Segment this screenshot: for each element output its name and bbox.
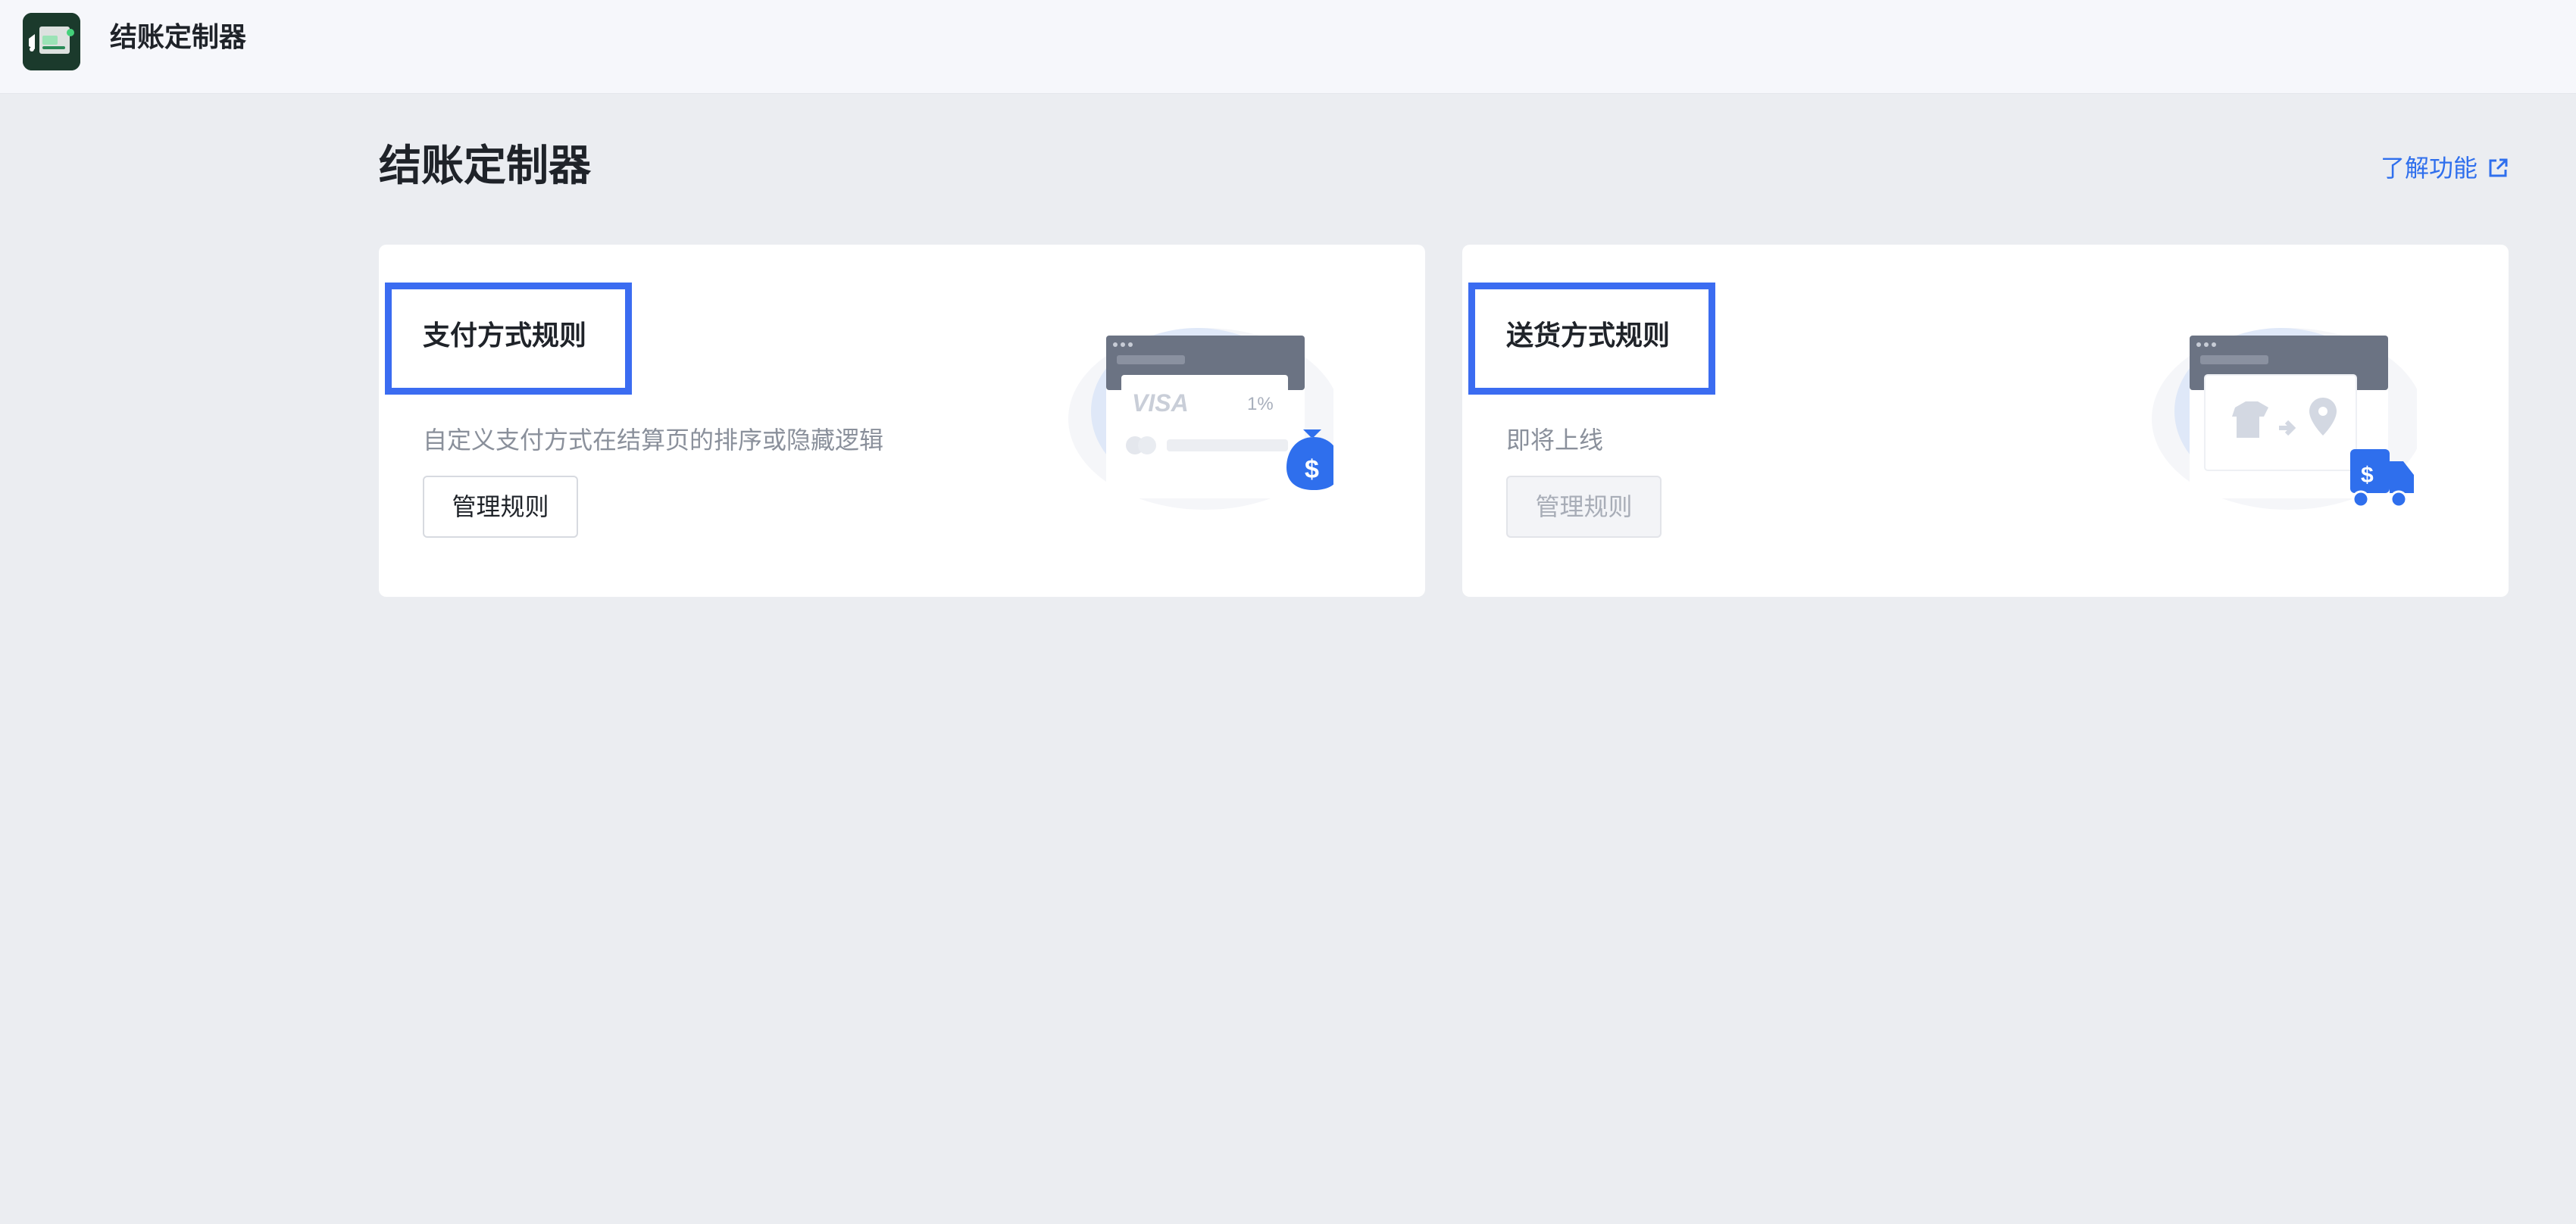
shipping-illustration: $ (2144, 305, 2424, 525)
payment-rules-title-highlight: 支付方式规则 (385, 283, 632, 395)
svg-text:$: $ (1305, 455, 1319, 484)
page-title: 结账定制器 (379, 142, 591, 191)
shipping-rules-description: 即将上线 (1506, 426, 1604, 454)
external-link-icon (2487, 157, 2509, 180)
shipping-rules-title: 送货方式规则 (1506, 320, 1671, 351)
manage-payment-rules-button[interactable]: 管理规则 (423, 476, 578, 538)
payment-rules-card: 支付方式规则 自定义支付方式在结算页的排序或隐藏逻辑 管理规则 VISA 1% (379, 245, 1425, 597)
app-title: 结账定制器 (110, 22, 247, 53)
payment-rules-description: 自定义支付方式在结算页的排序或隐藏逻辑 (423, 426, 884, 454)
top-bar: 结账定制器 (0, 0, 2576, 94)
shipping-rules-title-highlight: 送货方式规则 (1468, 283, 1715, 395)
visa-text: VISA (1132, 389, 1189, 417)
svg-text:1%: 1% (1247, 394, 1274, 414)
shipping-rules-card: 送货方式规则 即将上线 管理规则 $ (1462, 245, 2509, 597)
payment-illustration: VISA 1% $ (1061, 305, 1341, 525)
svg-text:$: $ (2361, 463, 2374, 488)
manage-shipping-rules-button[interactable]: 管理规则 (1506, 476, 1662, 538)
app-icon (23, 13, 80, 70)
learn-more-label: 了解功能 (2380, 154, 2478, 183)
learn-more-link[interactable]: 了解功能 (2381, 151, 2509, 185)
payment-rules-title: 支付方式规则 (423, 320, 587, 351)
